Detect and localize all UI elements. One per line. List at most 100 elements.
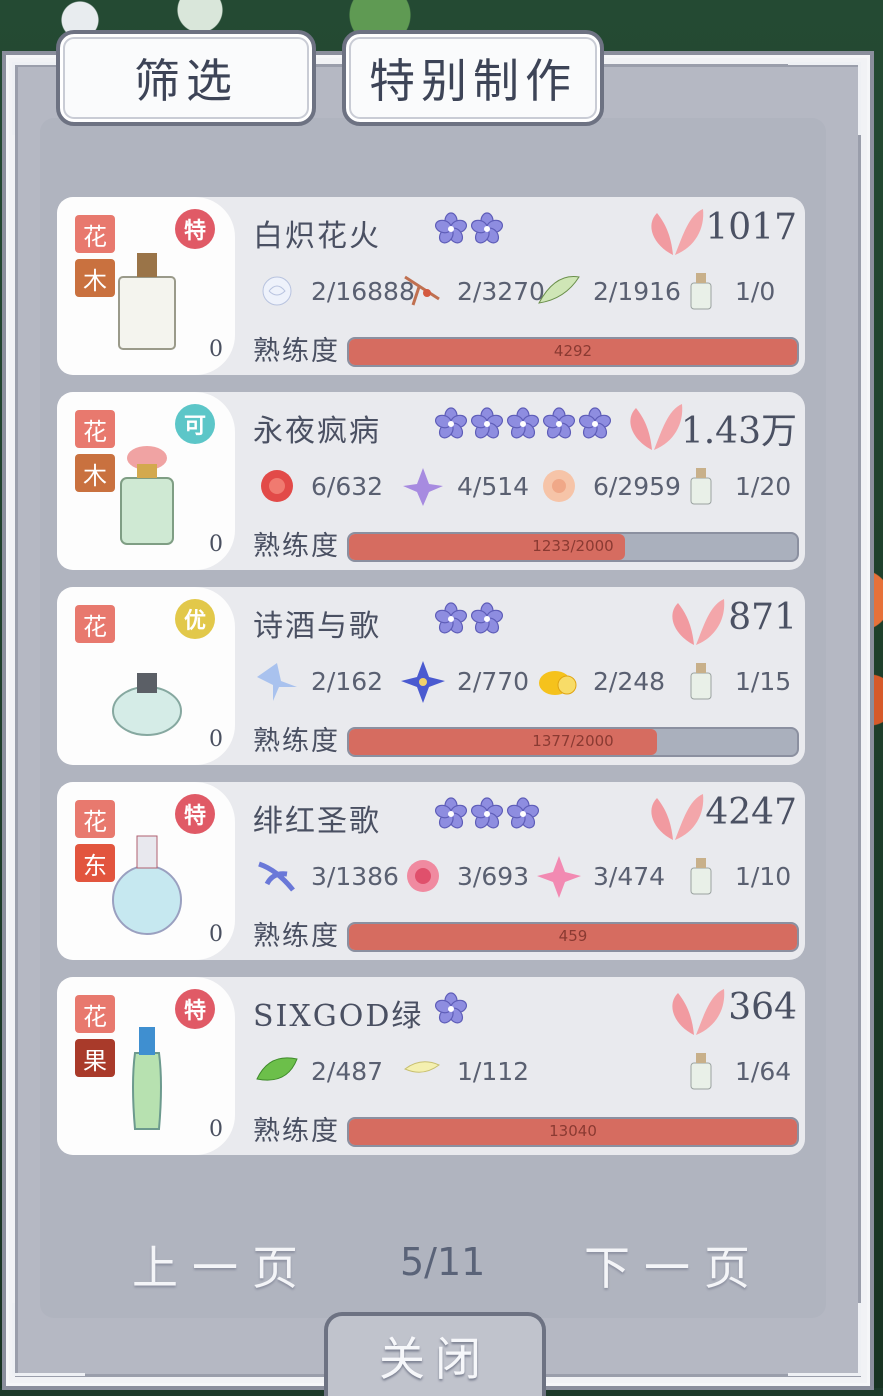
material-count: 1/0 [735, 276, 776, 306]
material-count: 6/632 [311, 471, 384, 501]
category-tag: 木 [75, 454, 115, 492]
material-item[interactable]: 1/10 [677, 854, 791, 898]
material-item[interactable]: 6/632 [253, 464, 383, 508]
rarity-stars [433, 211, 505, 247]
perfume-bottle-image [132, 1027, 162, 1130]
material-item[interactable]: 2/3270 [399, 269, 545, 313]
lemon-icon [539, 671, 577, 695]
material-item[interactable]: 1/64 [677, 1049, 791, 1093]
owned-count: 0 [209, 337, 223, 362]
material-item[interactable]: 4/514 [399, 464, 529, 508]
material-item[interactable]: 3/1386 [253, 854, 399, 898]
recipe-score: 871 [728, 597, 797, 638]
pink-peony-icon [407, 860, 439, 892]
material-count: 2/770 [457, 666, 530, 696]
recipe-name: 绯红圣歌 [253, 804, 381, 839]
perfume-bottle-image [120, 446, 174, 545]
close-button[interactable]: 关闭 [324, 1312, 546, 1396]
material-count: 4/514 [457, 471, 530, 501]
proficiency-label: 熟练度 [253, 336, 340, 367]
proficiency-value: 1233/2000 [532, 537, 614, 555]
recipe-thumbnail[interactable]: 花东特0 [57, 782, 235, 960]
recipe-card[interactable]: 花东特 0 绯红圣歌 4247 3/1386 3/693 3/474 1/10 熟练度 459 [57, 782, 805, 960]
material-count: 2/1916 [593, 276, 681, 306]
material-item[interactable]: 1/15 [677, 659, 791, 703]
prev-page-button[interactable]: 上一页 [132, 1232, 312, 1298]
material-count: 1/64 [735, 1056, 792, 1086]
star-flower-icon [542, 407, 576, 439]
material-item[interactable]: 2/770 [399, 659, 529, 703]
recipe-thumbnail[interactable]: 花木可0 [57, 392, 235, 570]
recipe-card[interactable]: 花优 0 诗酒与歌 871 2/162 2/770 2/248 1/15 熟练度 1377/200… [57, 587, 805, 765]
proficiency-bar: 13040 [347, 1117, 799, 1147]
material-item[interactable]: 3/693 [399, 854, 529, 898]
perfume-bottle-icon [690, 1053, 712, 1090]
proficiency-label: 熟练度 [253, 726, 340, 757]
star-flower-icon [578, 407, 612, 439]
recipe-card[interactable]: 花果特 0 SIXGOD绿 364 2/487 1/112 1/64 熟练度 13040 [57, 977, 805, 1155]
material-item[interactable]: 2/1916 [535, 269, 681, 313]
perfume-bottle-image [118, 253, 176, 350]
pink-lily-icon [537, 856, 581, 898]
category-tag: 花 [75, 605, 115, 643]
star-flower-icon [434, 992, 468, 1024]
recipe-name: 诗酒与歌 [253, 609, 381, 644]
owned-count: 0 [209, 532, 223, 557]
star-flower-icon [506, 407, 540, 439]
recipe-score: 1017 [705, 207, 797, 248]
material-item[interactable]: 3/474 [535, 854, 665, 898]
material-item[interactable]: 2/487 [253, 1049, 383, 1093]
material-count: 1/20 [735, 471, 792, 501]
material-item[interactable]: 6/2959 [535, 464, 681, 508]
proficiency-bar: 4292 [347, 337, 799, 367]
recipe-score: 1.43万 [680, 411, 797, 452]
material-item[interactable]: 2/162 [253, 659, 383, 703]
star-flower-icon [470, 797, 504, 829]
special-craft-tab[interactable]: 特别制作 [342, 30, 604, 126]
blue-iris-icon [257, 663, 297, 701]
purple-lily-icon [403, 468, 443, 506]
category-tag: 东 [75, 844, 115, 882]
next-page-button[interactable]: 下一页 [584, 1232, 764, 1298]
recipe-thumbnail[interactable]: 花木特0 [57, 197, 235, 375]
petal-icon [643, 790, 705, 842]
recipe-thumbnail[interactable]: 花果特0 [57, 977, 235, 1155]
material-item[interactable]: 1/0 [677, 269, 775, 313]
petal-icon [643, 205, 705, 257]
rarity-stars [433, 796, 541, 832]
material-count: 3/474 [593, 861, 666, 891]
star-flower-icon [434, 407, 468, 439]
proficiency-label: 熟练度 [253, 531, 340, 562]
green-leaf-icon [538, 276, 580, 304]
peach-rose-icon [543, 470, 575, 502]
owned-count: 0 [209, 1117, 223, 1142]
category-tag: 果 [75, 1039, 115, 1077]
filter-tab[interactable]: 筛选 [56, 30, 316, 126]
material-count: 3/693 [457, 861, 530, 891]
proficiency-label: 熟练度 [253, 921, 340, 952]
material-item[interactable]: 1/112 [399, 1049, 529, 1093]
material-count: 3/1386 [311, 861, 399, 891]
material-count: 2/248 [593, 666, 666, 696]
recipe-name: SIXGOD绿 [253, 999, 424, 1034]
category-tag: 花 [75, 995, 115, 1033]
star-flower-icon [506, 797, 540, 829]
blue-clematis-icon [401, 661, 445, 703]
recipe-thumbnail[interactable]: 花优0 [57, 587, 235, 765]
perfume-bottle-icon [690, 273, 712, 310]
recipe-card[interactable]: 花木特 0 白炽花火 1017 2/16888 2/3270 2/1916 1/0 熟练度 429… [57, 197, 805, 375]
rarity-stars [433, 991, 469, 1027]
perfume-bottle-image [112, 835, 182, 935]
petal-icon [664, 595, 726, 647]
perfume-bottle-icon [690, 468, 712, 505]
material-item[interactable]: 1/20 [677, 464, 791, 508]
category-tag: 花 [75, 800, 115, 838]
proficiency-bar: 1233/2000 [347, 532, 799, 562]
material-item[interactable]: 2/248 [535, 659, 665, 703]
recipe-card[interactable]: 花木可 0 永夜疯病 1.43万 6/632 4/514 6/2959 1/20 熟练度 1233… [57, 392, 805, 570]
material-item[interactable]: 2/16888 [253, 269, 415, 313]
dried-twig-icon [404, 275, 440, 306]
material-count: 1/112 [457, 1056, 530, 1086]
material-count: 1/15 [735, 666, 792, 696]
material-count: 6/2959 [593, 471, 681, 501]
